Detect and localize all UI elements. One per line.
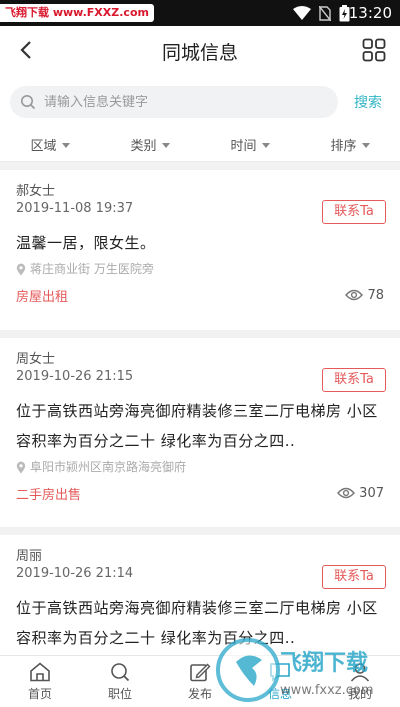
no-sim-icon [319,5,331,21]
wifi-icon [293,6,311,20]
user-icon [350,662,370,682]
page-title: 同城信息 [161,42,238,64]
caret-down-icon [361,143,370,148]
tab-home[interactable]: 首页 [0,656,80,707]
filter-label: 类别 [130,139,157,154]
status-icons [293,4,350,22]
listing-description: 温馨一居，限女生。 [16,234,156,252]
poster-name: 周女士 [16,352,56,367]
caret-down-icon [161,143,170,148]
filter-label: 排序 [330,139,357,154]
location-pin-icon [16,461,26,473]
bottom-tab-bar: 首页 职位 发布 信息 我的 [0,655,400,707]
tab-messages[interactable]: 信息 [240,656,320,707]
tab-jobs[interactable]: 职位 [80,656,160,707]
nav-bar: 同城信息 [0,26,400,74]
tab-label: 首页 [27,686,52,701]
contact-button[interactable]: 联系Ta [322,200,386,224]
search-bar: 搜索 [0,74,400,128]
filter-region[interactable]: 区域 [0,128,100,161]
watermark-badge: 飞翔下载 www.FXXZ.com [0,4,154,22]
caret-down-icon [61,143,70,148]
listing-list: 郝女士 2019-11-08 19:37 联系Ta 温馨一居，限女生。 蒋庄商业… [0,170,400,693]
listing-category: 二手房出售 [16,487,82,503]
filter-label: 区域 [30,139,57,154]
search-input[interactable] [44,94,314,110]
tab-label: 发布 [187,686,212,701]
tab-profile[interactable]: 我的 [320,656,400,707]
listing-description: 位于高铁西站旁海亮御府精装修三室二厅电梯房 小区容积率为百分之二十 绿化率为百分… [16,402,378,450]
poster-name: 郝女士 [16,184,56,199]
listing-description: 位于高铁西站旁海亮御府精装修三室二厅电梯房 小区容积率为百分之二十 绿化率为百分… [16,599,378,647]
listing-location: 蒋庄商业街 万生医院旁 [16,258,384,280]
filter-label: 时间 [230,139,257,154]
listing-category: 房屋出租 [16,289,69,305]
edit-icon [190,663,211,681]
card-footer: 二手房出售 307 [16,478,384,508]
search-button[interactable]: 搜索 [354,92,382,112]
filter-bar: 区域 类别 时间 排序 [0,128,400,162]
search-box [10,86,338,118]
grid-icon [362,38,386,62]
search-icon [21,95,36,110]
home-icon [30,661,50,681]
poster-name: 周丽 [16,549,43,564]
grid-menu-button[interactable] [362,38,386,62]
status-bar: 飞翔下载 www.FXXZ.com 13:20 [0,0,400,26]
eye-icon [345,289,364,301]
filter-time[interactable]: 时间 [200,128,300,161]
status-time: 13:20 [348,4,392,22]
listing-card[interactable]: 郝女士 2019-11-08 19:37 联系Ta 温馨一居，限女生。 蒋庄商业… [0,170,400,330]
view-count-value: 307 [359,485,384,501]
message-icon [270,662,290,682]
location-pin-icon [16,263,26,275]
tab-label: 职位 [107,686,132,701]
search-icon [111,662,130,681]
eye-icon [337,487,356,499]
listing-card[interactable]: 周女士 2019-10-26 21:15 联系Ta 位于高铁西站旁海亮御府精装修… [0,338,400,527]
filter-sort[interactable]: 排序 [300,128,400,161]
caret-down-icon [261,143,270,148]
listing-location: 阜阳市颍州区南京路海亮御府 [16,456,384,478]
view-count-value: 78 [367,287,384,303]
tab-label: 我的 [347,686,372,701]
view-count: 78 [345,288,384,303]
card-footer: 房屋出租 78 [16,280,384,310]
tab-publish[interactable]: 发布 [160,656,240,707]
filter-category[interactable]: 类别 [100,128,200,161]
location-text: 阜阳市颍州区南京路海亮御府 [30,460,187,474]
location-text: 蒋庄商业街 万生医院旁 [30,262,154,276]
contact-button[interactable]: 联系Ta [322,368,386,392]
contact-button[interactable]: 联系Ta [322,565,386,589]
view-count: 307 [337,486,384,501]
tab-label: 信息 [267,686,292,701]
